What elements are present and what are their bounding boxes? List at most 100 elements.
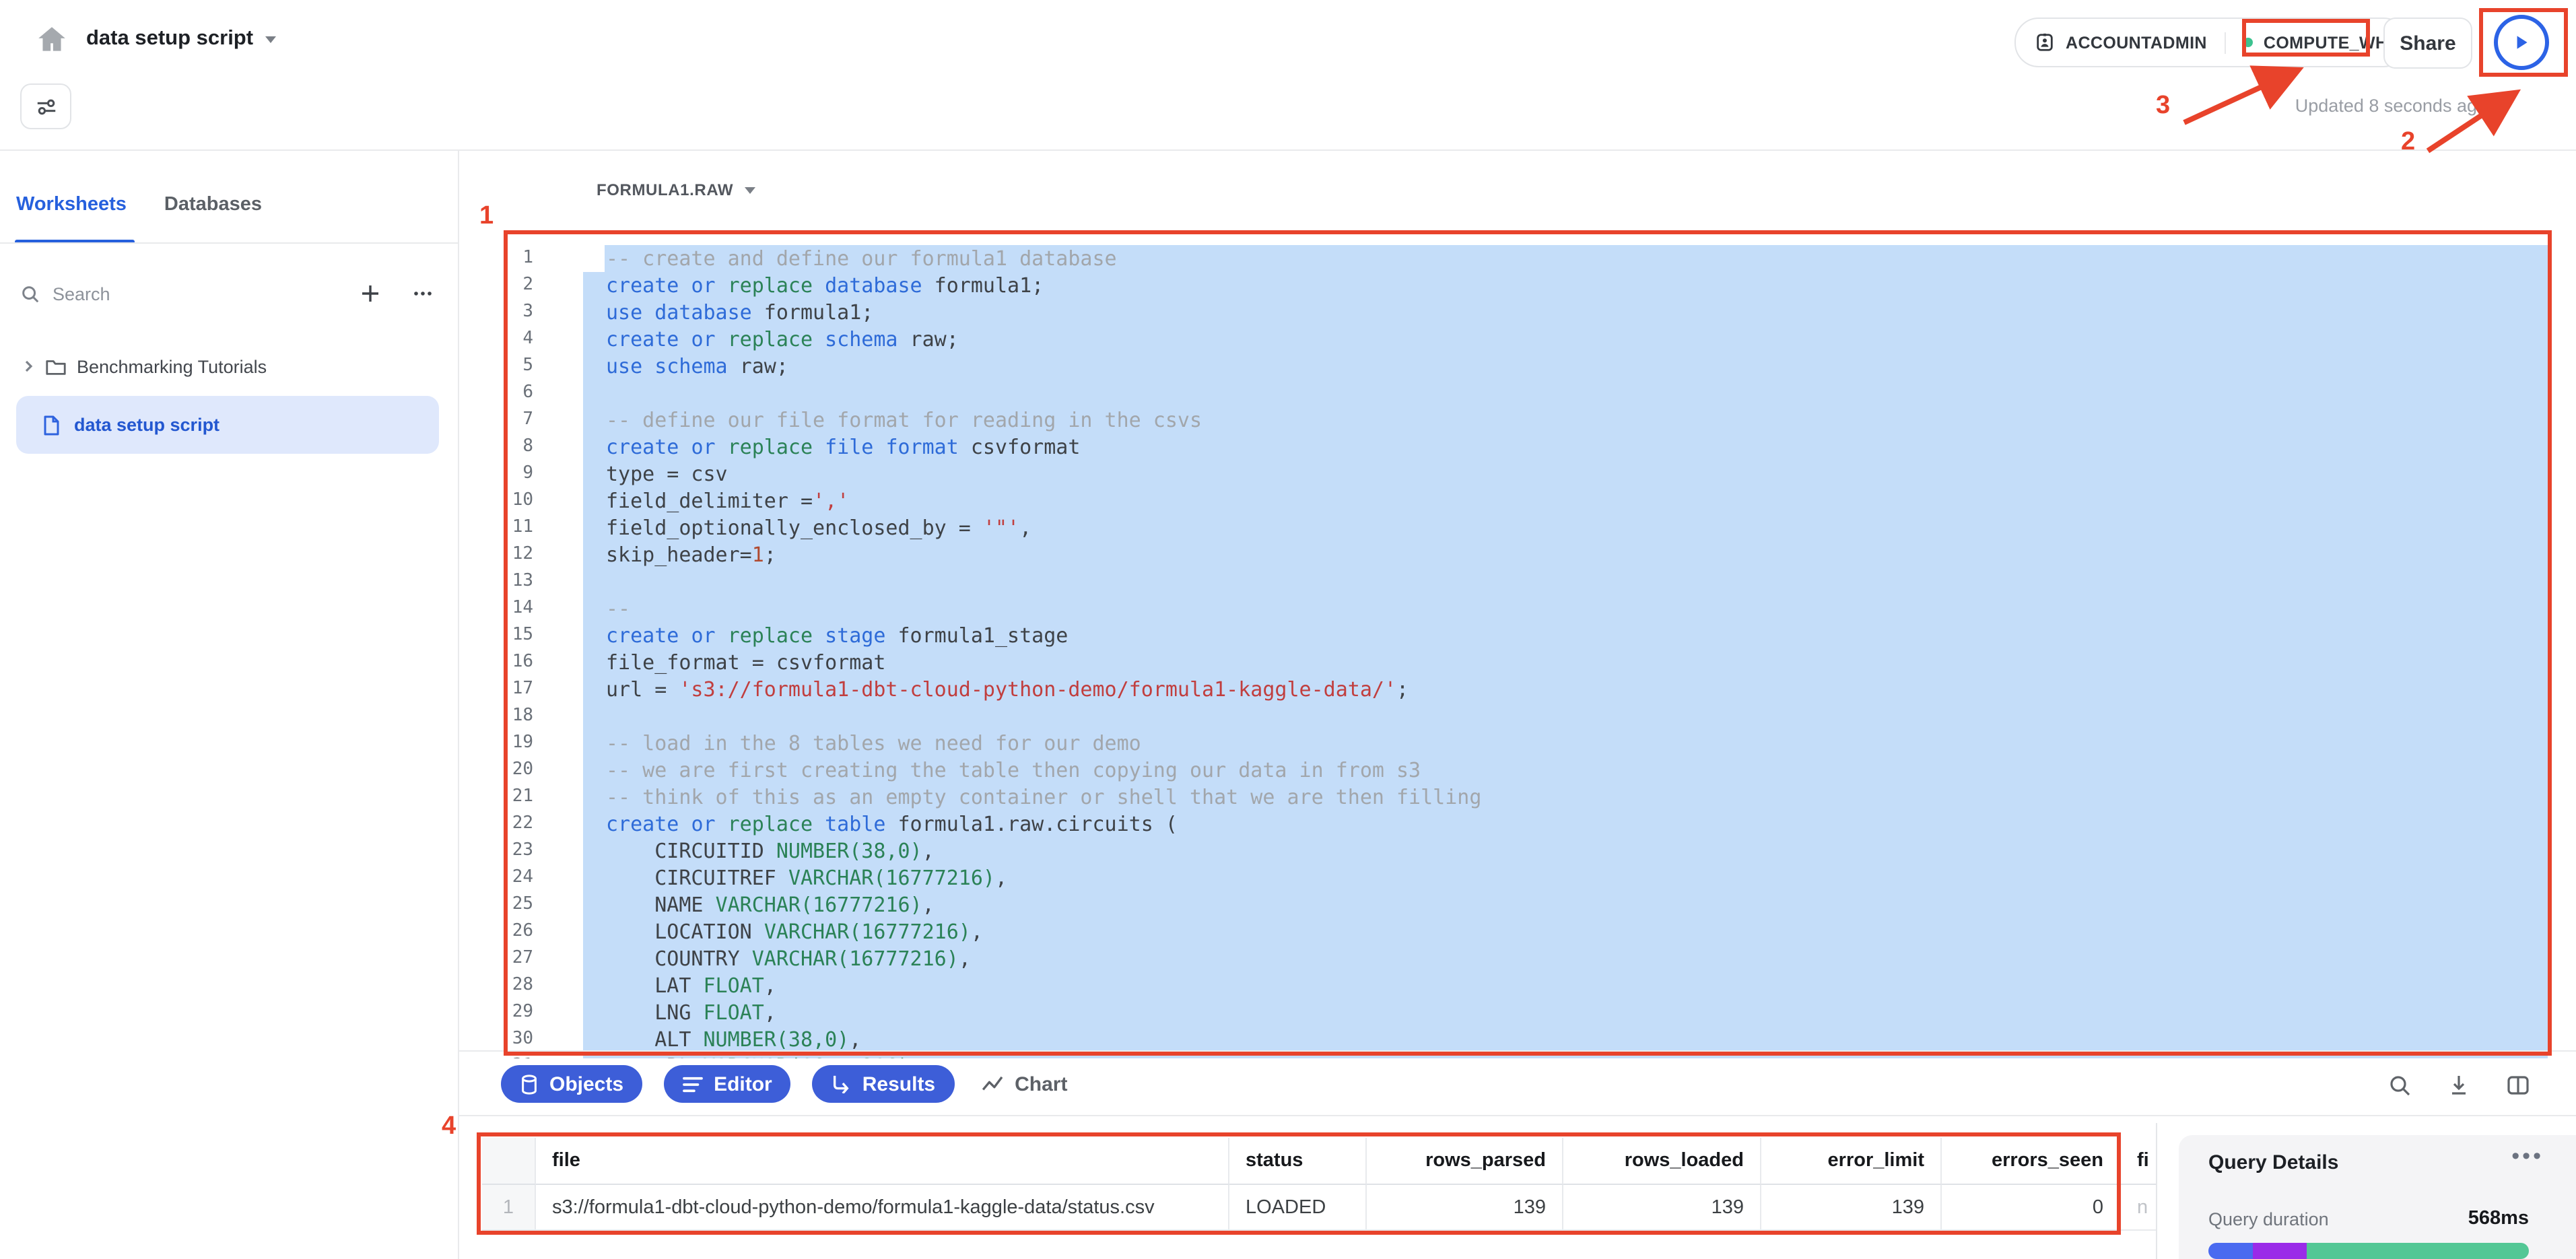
search-icon — [20, 283, 40, 304]
sidebar-item-folder[interactable]: Benchmarking Tutorials — [0, 345, 458, 388]
code-text: -- we are first creating the table then … — [606, 757, 1421, 784]
column-header-rownum — [482, 1138, 536, 1185]
code-text: COUNTRY VARCHAR(16777216), — [606, 945, 971, 972]
column-header-rows_parsed[interactable]: rows_parsed — [1367, 1138, 1563, 1185]
column-header-errors_seen[interactable]: errors_seen — [1942, 1138, 2121, 1185]
filters-button[interactable] — [20, 83, 71, 129]
selection-highlight — [583, 703, 2548, 730]
line-number: 20 — [509, 757, 533, 784]
context-selector[interactable]: FORMULA1.RAW — [597, 180, 755, 199]
annotation-label-1: 1 — [479, 202, 494, 232]
code-text: field_delimiter =',' — [606, 487, 849, 514]
duration-bar-segment-2 — [2307, 1243, 2529, 1259]
line-number: 9 — [509, 461, 533, 487]
sidebar-menu-button[interactable] — [407, 277, 439, 310]
line-number: 18 — [509, 703, 533, 730]
line-number: 28 — [509, 972, 533, 999]
code-line: 19-- load in the 8 tables we need for ou… — [509, 730, 2548, 757]
code-line: 5use schema raw; — [509, 353, 2548, 380]
code-line: 11field_optionally_enclosed_by = '"', — [509, 514, 2548, 541]
code-text: -- think of this as an empty container o… — [606, 784, 1481, 811]
code-line: 17url = 's3://formula1-dbt-cloud-python-… — [509, 676, 2548, 703]
cell-rows_loaded: 139 — [1563, 1185, 1761, 1231]
user-badge-icon — [2035, 32, 2055, 53]
toolbar-button-chart[interactable]: Chart — [976, 1065, 1073, 1103]
play-icon — [2511, 32, 2532, 53]
chevron-down-icon — [744, 186, 755, 193]
search-input[interactable]: Search — [53, 283, 110, 304]
sql-editor[interactable]: 1-- create and define our formula1 datab… — [509, 236, 2548, 1058]
home-button[interactable] — [30, 18, 73, 61]
run-button[interactable] — [2494, 15, 2549, 70]
code-line: 13 — [509, 568, 2548, 595]
code-line: 31 URL VARCHAR(16777216), — [509, 1053, 2548, 1058]
table-row: 1s3://formula1-dbt-cloud-python-demo/for… — [482, 1185, 2156, 1231]
share-label: Share — [2400, 32, 2455, 55]
code-text: -- — [606, 595, 630, 622]
code-text: create or replace stage formula1_stage — [606, 622, 1068, 649]
line-number: 13 — [509, 568, 533, 595]
database-icon — [520, 1074, 539, 1094]
code-text: -- define our file format for reading in… — [606, 407, 1202, 434]
column-header-rows_loaded[interactable]: rows_loaded — [1563, 1138, 1761, 1185]
cell-rows_parsed: 139 — [1367, 1185, 1563, 1231]
code-text: create or replace file format csvformat — [606, 434, 1080, 461]
column-header-file[interactable]: file — [536, 1138, 1229, 1185]
tab-worksheets[interactable]: Worksheets — [16, 183, 127, 242]
new-worksheet-button[interactable] — [354, 277, 386, 310]
query-duration-bar — [2208, 1243, 2529, 1259]
code-text: LOCATION VARCHAR(16777216), — [606, 918, 983, 945]
updated-status-dropdown[interactable]: Updated 8 seconds ago — [2101, 96, 2507, 116]
code-text: use schema raw; — [606, 353, 788, 380]
code-text: create or replace schema raw; — [606, 326, 959, 353]
code-line: 4create or replace schema raw; — [509, 326, 2548, 353]
column-header-status[interactable]: status — [1229, 1138, 1367, 1185]
worksheet-title-dropdown[interactable]: data setup script — [86, 27, 276, 51]
toolbar-button-objects[interactable]: Objects — [501, 1065, 642, 1103]
cell-rownum: 1 — [482, 1185, 536, 1231]
code-line: 3use database formula1; — [509, 299, 2548, 326]
layout-columns-icon[interactable] — [2502, 1069, 2534, 1101]
line-number: 19 — [509, 730, 533, 757]
sidebar-item-worksheet-selected[interactable]: data setup script — [16, 396, 439, 454]
selection-highlight — [583, 299, 2548, 326]
share-button[interactable]: Share — [2383, 18, 2472, 69]
worksheet-label: data setup script — [74, 415, 219, 435]
line-number: 16 — [509, 649, 533, 676]
toolbar-button-editor[interactable]: Editor — [664, 1065, 791, 1103]
code-line: 30 ALT NUMBER(38,0), — [509, 1026, 2548, 1053]
home-icon — [34, 22, 68, 56]
code-line: 16file_format = csvformat — [509, 649, 2548, 676]
line-number: 14 — [509, 595, 533, 622]
line-number: 21 — [509, 784, 533, 811]
selection-highlight — [583, 461, 2548, 487]
column-header-first_error[interactable]: fi — [2121, 1138, 2156, 1185]
code-text: create or replace table formula1.raw.cir… — [606, 811, 1178, 838]
line-number: 6 — [509, 380, 533, 407]
search-results-button[interactable] — [2383, 1069, 2416, 1101]
download-icon[interactable] — [2443, 1069, 2475, 1101]
cell-first_error: n — [2121, 1185, 2156, 1231]
results-toolbar: Objects Editor Results Chart — [501, 1065, 1073, 1103]
query-duration-value: 568ms — [2468, 1208, 2529, 1229]
code-line: 23 CIRCUITID NUMBER(38,0), — [509, 838, 2548, 864]
pill-divider — [2225, 32, 2226, 53]
code-text: ALT NUMBER(38,0), — [606, 1026, 861, 1053]
line-number: 12 — [509, 541, 533, 568]
column-header-error_limit[interactable]: error_limit — [1761, 1138, 1942, 1185]
selection-highlight — [583, 380, 2548, 407]
ellipsis-icon[interactable]: ••• — [2511, 1143, 2544, 1170]
line-number: 17 — [509, 676, 533, 703]
code-line: 15create or replace stage formula1_stage — [509, 622, 2548, 649]
line-number: 3 — [509, 299, 533, 326]
line-number: 31 — [509, 1053, 533, 1058]
code-line: 21 -- think of this as an empty container… — [509, 784, 2548, 811]
results-scroll-edge[interactable] — [2156, 1123, 2157, 1259]
tab-databases[interactable]: Databases — [164, 183, 262, 242]
toolbar-button-results[interactable]: Results — [813, 1065, 954, 1103]
line-number: 24 — [509, 864, 533, 891]
role-warehouse-selector[interactable]: ACCOUNTADMIN COMPUTE_WH — [2014, 18, 2408, 67]
annotation-label-4: 4 — [442, 1112, 456, 1142]
code-line: 28 LAT FLOAT, — [509, 972, 2548, 999]
selection-highlight — [583, 541, 2548, 568]
